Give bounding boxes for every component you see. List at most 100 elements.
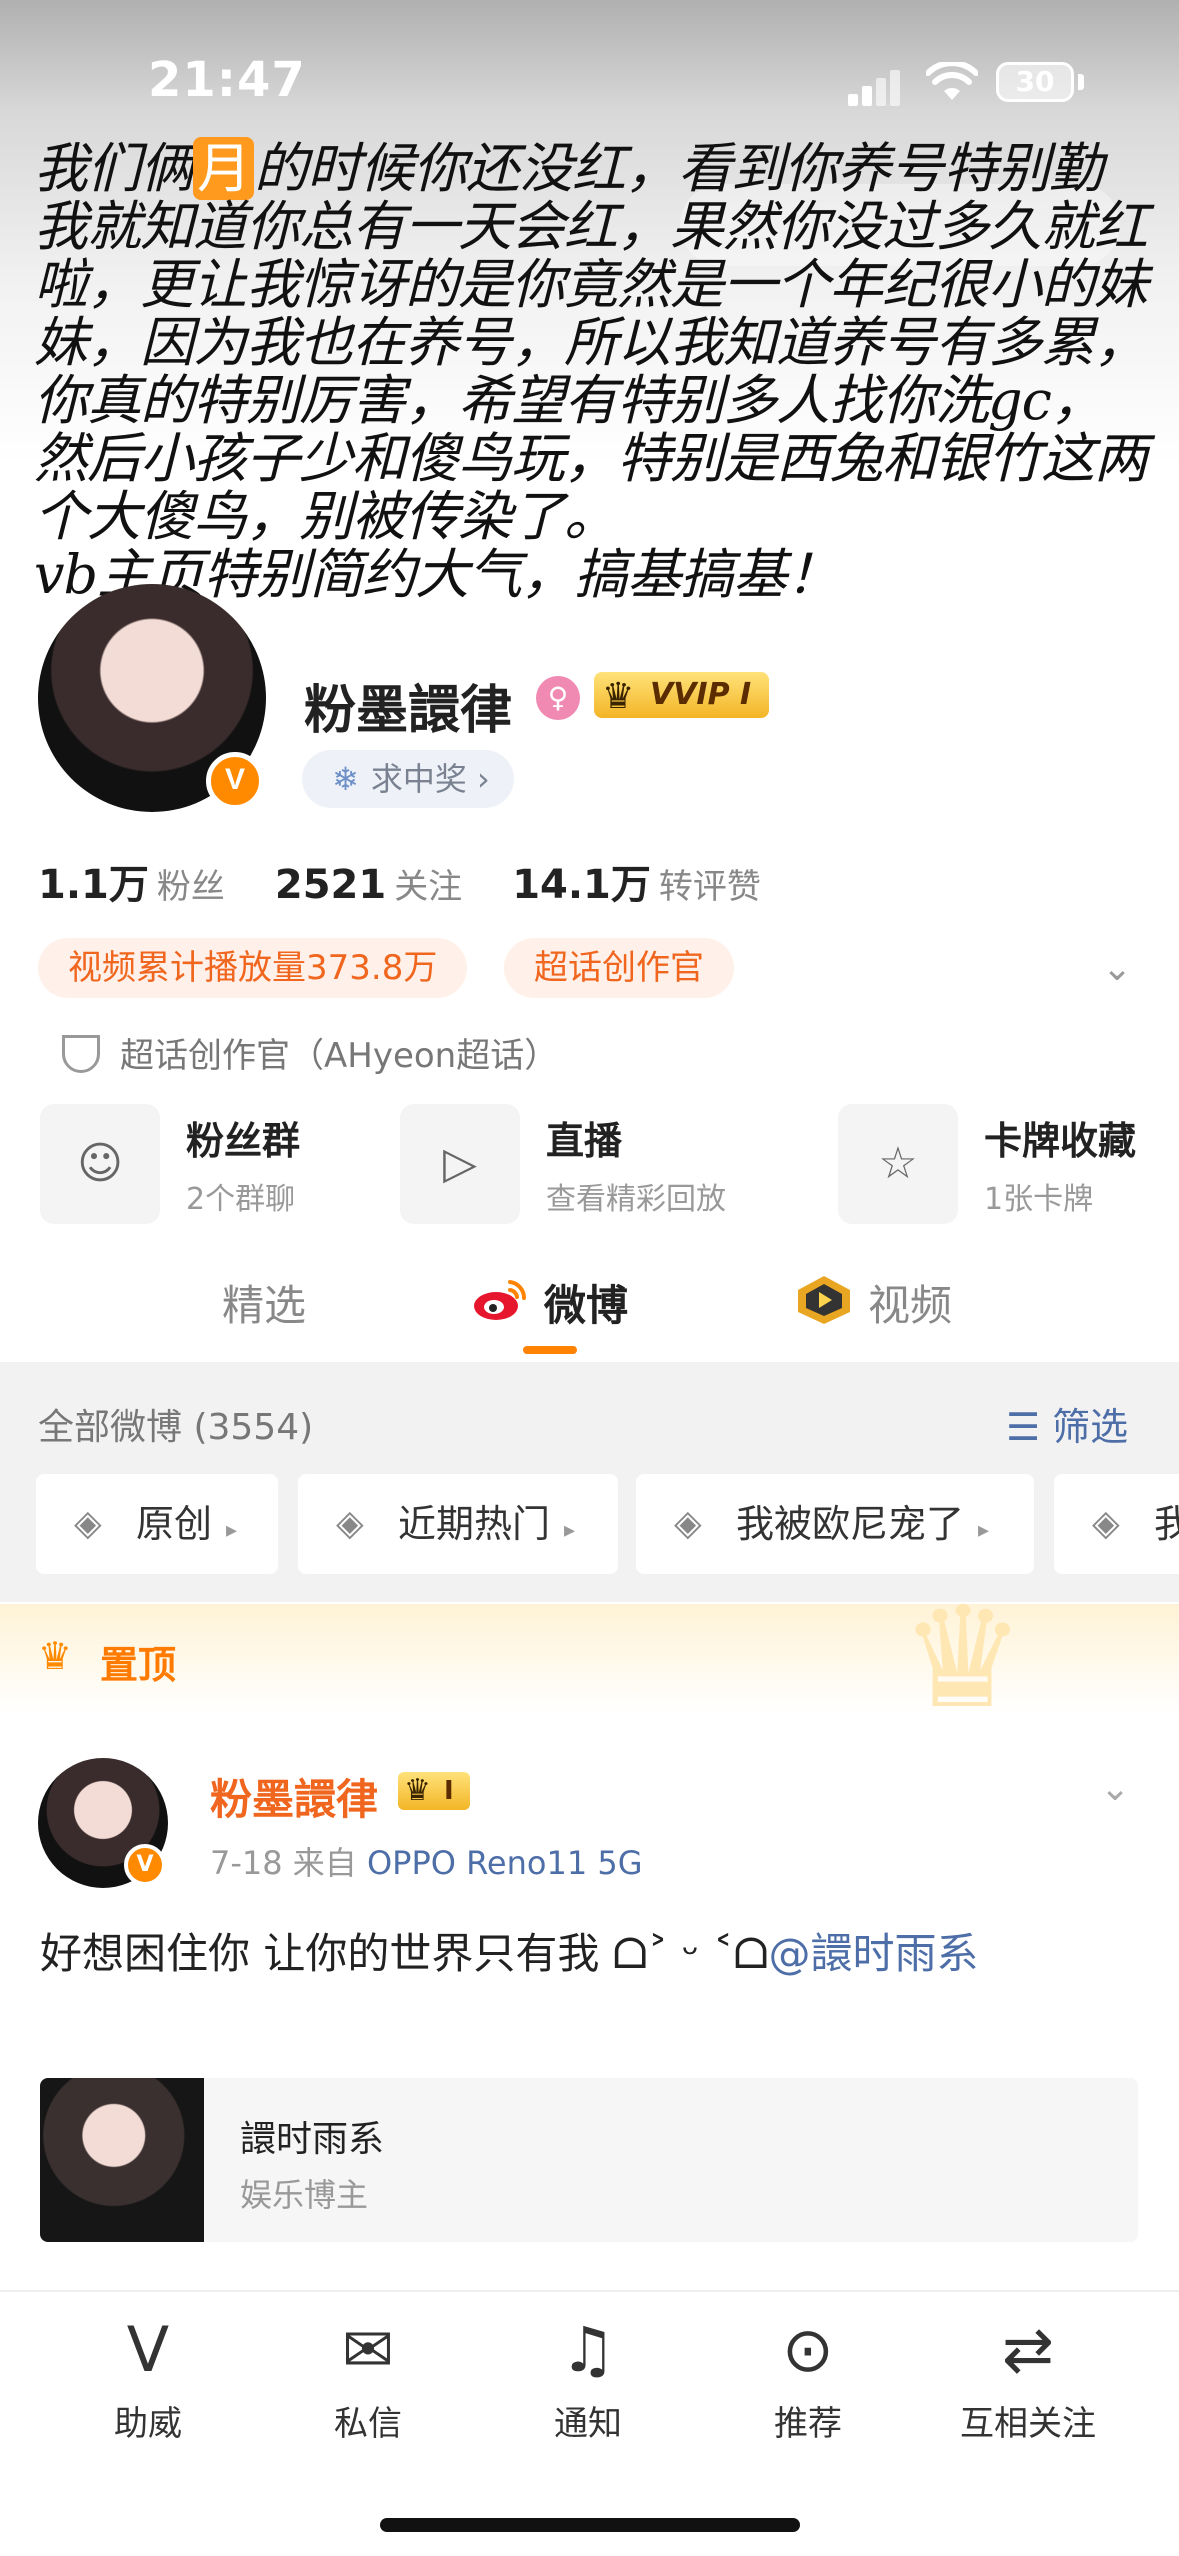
nav-mutual-follow[interactable]: ⇄ 互相关注 <box>948 2310 1108 2445</box>
chip-label: 我被欧尼宠了 <box>736 1502 965 1546</box>
verified-badge-icon: V <box>124 1844 166 1886</box>
profile-note: 我们俩月的时候你还没红，看到你养号特别勤我就知道你总有一天会红，果然你没过多久就… <box>34 137 1154 604</box>
home-indicator[interactable] <box>380 2518 800 2532</box>
stat-label: 转评赞 <box>658 867 761 907</box>
weibo-logo-icon <box>474 1280 527 1320</box>
post-text: 好想困住你 让你的世界只有我 ᗝ˃ ᵕ ˂ᗝ@譞时雨系 <box>40 1920 979 1981</box>
post-mention[interactable]: @譞时雨系 <box>769 1929 979 1978</box>
tab-featured[interactable]: 精选 <box>222 1272 306 1333</box>
badge-label: I <box>444 1776 454 1806</box>
recommend-icon: ⊙ <box>782 2313 834 2386</box>
nav-label: 通知 <box>554 2404 622 2444</box>
wifi-icon <box>926 62 978 100</box>
filter-button[interactable]: ☰ 筛选 <box>1006 1396 1128 1451</box>
mutual-follow-icon: ⇄ <box>1002 2313 1054 2386</box>
chip-original[interactable]: ◈ 原创 ▸ <box>36 1474 278 1574</box>
award-label: 求中奖 › <box>370 760 490 798</box>
live-tv-icon: ▷ <box>400 1104 520 1224</box>
chevron-down-icon[interactable]: ⌄ <box>1102 948 1132 989</box>
chip-label: 近期热门 <box>398 1502 551 1546</box>
post-vip-badge[interactable]: ♛ I <box>398 1772 470 1810</box>
mention-card-title: 譞时雨系 <box>240 2119 385 2160</box>
crown-icon: ♛ <box>404 1773 431 1808</box>
creator-text: 超话创作官（AHyeon超话） <box>120 1036 559 1076</box>
filter-icon: ☰ <box>1006 1405 1041 1449</box>
filter-label: 筛选 <box>1052 1405 1129 1449</box>
post-meta: 7-18 来自 OPPO Reno11 5G <box>210 1838 643 1884</box>
crown-decoration-icon: ♛ <box>900 1577 1026 1740</box>
stat-label: 粉丝 <box>156 867 225 907</box>
stat-label: 关注 <box>394 867 463 907</box>
card-title: 直播 <box>546 1119 623 1163</box>
note-text-2: 的时候你还没红，看到你养号特别勤我就知道你总有一天会红，果然你没过多久就红啦，更… <box>34 137 1148 548</box>
card-fans-group[interactable]: ☺ 粉丝群 2个群聊 <box>40 1104 380 1224</box>
vip-badge[interactable]: ♛ VVIP I <box>594 672 770 718</box>
stat-interactions[interactable]: 14.1万 转评赞 <box>512 862 811 908</box>
tag-video-plays[interactable]: 视频累计播放量373.8万 <box>38 938 468 998</box>
post-device[interactable]: OPPO Reno11 5G <box>367 1844 643 1882</box>
card-live[interactable]: ▷ 直播 查看精彩回放 <box>400 1104 800 1224</box>
tag-creator[interactable]: 超话创作官 <box>504 938 734 998</box>
post-from: 来自 <box>292 1844 357 1882</box>
video-logo-icon <box>798 1276 850 1324</box>
nav-label: 私信 <box>334 2404 402 2444</box>
female-icon: ♀ <box>536 676 580 720</box>
nav-boost[interactable]: V 助威 <box>68 2310 228 2445</box>
verified-badge-icon: V <box>206 752 264 810</box>
crown-icon: ♛ <box>602 676 635 717</box>
shield-icon <box>62 1035 100 1073</box>
chevron-down-icon[interactable]: ⌄ <box>1100 1768 1130 1809</box>
message-icon: ✉ <box>342 2313 394 2386</box>
triangle-right-icon: ▸ <box>564 1518 576 1543</box>
stat-value: 1.1万 <box>38 862 149 908</box>
stat-value: 14.1万 <box>512 862 651 908</box>
card-subtitle: 2个群聊 <box>186 1182 296 1217</box>
post-body: 好想困住你 让你的世界只有我 ᗝ˃ ᵕ ˂ᗝ <box>40 1929 769 1978</box>
creator-info[interactable]: 超话创作官（AHyeon超话） <box>62 1028 558 1077</box>
nav-label: 互相关注 <box>960 2404 1096 2444</box>
layers-icon: ◈ <box>336 1503 364 1544</box>
tab-weibo[interactable]: 微博 <box>544 1272 628 1333</box>
chip-more[interactable]: ◈ 我 <box>1054 1474 1179 1574</box>
stat-value: 2521 <box>274 862 387 908</box>
post-author[interactable]: 粉墨譞律 <box>210 1766 378 1827</box>
tab-video[interactable]: 视频 <box>868 1272 952 1333</box>
stat-following[interactable]: 2521 关注 <box>275 862 512 908</box>
note-highlight: 月 <box>193 137 254 200</box>
card-collection[interactable]: ☆ 卡牌收藏 1张卡牌 <box>838 1104 1178 1224</box>
chip-recent-hot[interactable]: ◈ 近期热门 ▸ <box>298 1474 618 1574</box>
signal-icon <box>848 66 904 106</box>
award-button[interactable]: ❄ 求中奖 › <box>302 750 514 808</box>
pinned-label: 置顶 <box>100 1643 177 1687</box>
nav-recommend[interactable]: ⊙ 推荐 <box>728 2310 888 2445</box>
tab-active-indicator <box>523 1346 577 1354</box>
nav-message[interactable]: ✉ 私信 <box>288 2310 448 2445</box>
status-time: 21:47 <box>148 52 306 108</box>
bell-icon: ♫ <box>560 2313 616 2386</box>
crown-icon: ♛ <box>38 1634 73 1678</box>
fans-group-icon: ☺ <box>40 1104 160 1224</box>
layers-icon: ◈ <box>1092 1503 1120 1544</box>
nav-label: 助威 <box>114 2404 182 2444</box>
chip-label: 我 <box>1154 1502 1179 1546</box>
chip-label: 原创 <box>136 1502 213 1546</box>
snowflake-icon: ❄ <box>332 760 359 798</box>
mention-card-image <box>40 2078 204 2242</box>
profile-username: 粉墨譞律 <box>304 681 513 741</box>
nav-notification[interactable]: ♫ 通知 <box>508 2310 668 2445</box>
card-subtitle: 查看精彩回放 <box>546 1182 726 1217</box>
all-posts-count: 全部微博 (3554) <box>38 1407 314 1448</box>
card-collection-icon: ☆ <box>838 1104 958 1224</box>
mention-card[interactable]: 譞时雨系 娱乐博主 <box>40 2078 1138 2242</box>
mention-card-subtitle: 娱乐博主 <box>240 2176 369 2214</box>
chip-custom[interactable]: ◈ 我被欧尼宠了 ▸ <box>636 1474 1034 1574</box>
note-text-1: 我们俩 <box>34 137 194 200</box>
nav-label: 推荐 <box>774 2404 842 2444</box>
post-date: 7-18 <box>210 1844 283 1882</box>
card-title: 粉丝群 <box>186 1119 301 1163</box>
vip-label: VVIP I <box>650 677 752 712</box>
battery-icon: 30 <box>996 62 1074 102</box>
stat-fans[interactable]: 1.1万 粉丝 <box>38 862 275 908</box>
triangle-right-icon: ▸ <box>978 1518 990 1543</box>
layers-icon: ◈ <box>674 1503 702 1544</box>
